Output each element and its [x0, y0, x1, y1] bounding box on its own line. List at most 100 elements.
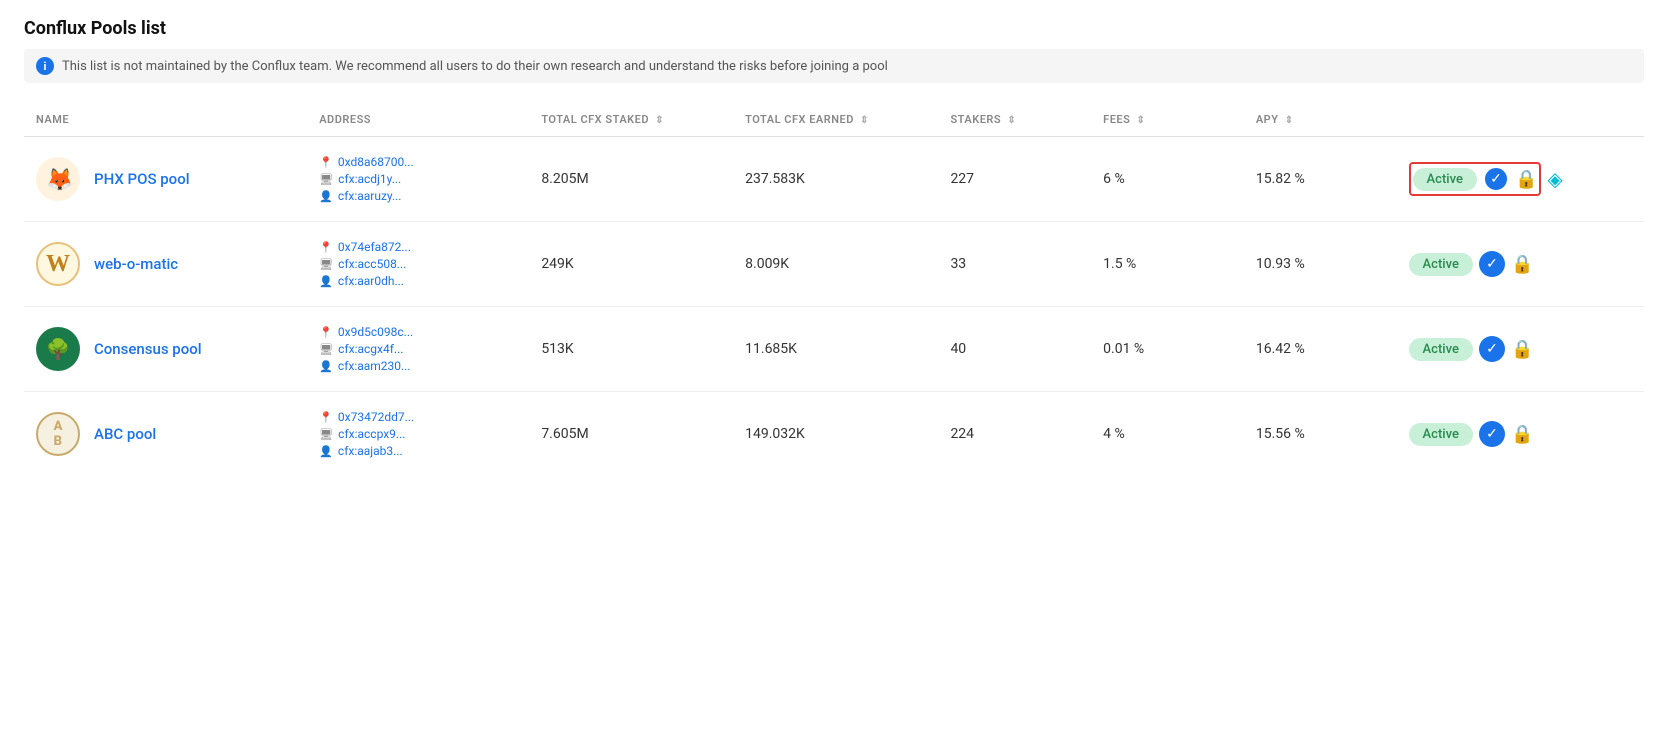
address-hex-link[interactable]: 0x74efa872...: [338, 240, 411, 254]
address-cell: 📍 0x9d5c098c... 🖥 cfx:acgx4f... 👤 cfx:aa…: [307, 307, 529, 392]
actions-cell: Active ✓ 🔒: [1409, 336, 1632, 362]
info-icon: i: [36, 57, 54, 75]
pin-icon: 📍: [319, 326, 333, 339]
address-hex-row: 📍 0x9d5c098c...: [319, 325, 517, 339]
verified-icon: ✓: [1479, 421, 1505, 447]
verified-icon: ✓: [1479, 336, 1505, 362]
diamond-icon: ◈: [1547, 167, 1562, 191]
apy-cell: 15.56 %: [1244, 392, 1397, 477]
sort-icon-fees: ⇕: [1137, 115, 1146, 126]
address-cfx2-row: 👤 cfx:aam230...: [319, 359, 517, 373]
person-icon: 👤: [319, 190, 333, 203]
apy-cell: 16.42 %: [1244, 307, 1397, 392]
pool-logo-web: W: [36, 242, 80, 286]
address-cfx2-row: 👤 cfx:aajab3...: [319, 444, 517, 458]
sort-icon-staked: ⇕: [655, 115, 664, 126]
status-actions-cell: Active ✓ 🔒: [1397, 222, 1644, 307]
actions-cell: Active ✓ 🔒 ◈: [1409, 162, 1632, 196]
pool-name-wrapper: 🌳 Consensus pool: [36, 327, 295, 371]
pool-name-wrapper: 🦊 PHX POS pool: [36, 157, 295, 201]
person-icon: 👤: [319, 275, 333, 288]
person-icon: 👤: [319, 445, 333, 458]
address-cfx1-row: 🖥 cfx:acdj1y...: [319, 172, 517, 186]
staked-cell: 7.605M: [529, 392, 733, 477]
name-cell: 🦊 PHX POS pool: [24, 137, 307, 222]
address-hex-row: 📍 0x73472dd7...: [319, 410, 517, 424]
address-hex-link[interactable]: 0xd8a68700...: [338, 155, 414, 169]
earned-cell: 8.009K: [733, 222, 938, 307]
pool-logo-consensus: 🌳: [36, 327, 80, 371]
sort-icon-earned: ⇕: [860, 115, 869, 126]
address-cfx2-link[interactable]: cfx:aajab3...: [338, 444, 403, 458]
lock-icon: 🔒: [1511, 424, 1533, 445]
status-actions-cell: Active ✓ 🔒 ◈: [1397, 137, 1644, 222]
verified-icon: ✓: [1483, 166, 1509, 192]
svg-text:🦊: 🦊: [46, 167, 73, 193]
col-address: ADDRESS: [307, 103, 529, 137]
table-header: NAME ADDRESS TOTAL CFX STAKED ⇕ TOTAL CF…: [24, 103, 1644, 137]
address-cell: 📍 0x73472dd7... 🖥 cfx:accpx9... 👤 cfx:aa…: [307, 392, 529, 477]
col-actions: [1397, 103, 1644, 137]
address-cfx2-link[interactable]: cfx:aar0dh...: [338, 274, 404, 288]
status-badge: Active: [1413, 168, 1477, 191]
highlighted-actions-box: Active ✓ 🔒: [1409, 162, 1542, 196]
address-hex-row: 📍 0x74efa872...: [319, 240, 517, 254]
pool-name-link[interactable]: ABC pool: [94, 425, 156, 443]
fees-cell: 0.01 %: [1091, 307, 1244, 392]
page-wrapper: Conflux Pools list i This list is not ma…: [0, 0, 1668, 494]
status-badge: Active: [1409, 253, 1473, 276]
sort-icon-apy: ⇕: [1285, 115, 1294, 126]
col-total-staked[interactable]: TOTAL CFX STAKED ⇕: [529, 103, 733, 137]
staked-cell: 249K: [529, 222, 733, 307]
status-actions-cell: Active ✓ 🔒: [1397, 392, 1644, 477]
col-stakers[interactable]: STAKERS ⇕: [938, 103, 1091, 137]
server-icon: 🖥: [319, 428, 333, 441]
pool-name-wrapper: AB ABC pool: [36, 412, 295, 456]
address-cfx2-row: 👤 cfx:aaruzy...: [319, 189, 517, 203]
info-text: This list is not maintained by the Confl…: [62, 59, 888, 74]
fees-cell: 6 %: [1091, 137, 1244, 222]
address-cfx1-link[interactable]: cfx:acgx4f...: [338, 342, 403, 356]
apy-cell: 15.82 %: [1244, 137, 1397, 222]
pool-logo-phx: 🦊: [36, 157, 80, 201]
name-cell: 🌳 Consensus pool: [24, 307, 307, 392]
address-cfx2-link[interactable]: cfx:aam230...: [338, 359, 411, 373]
earned-cell: 11.685K: [733, 307, 938, 392]
status-actions-cell: Active ✓ 🔒: [1397, 307, 1644, 392]
pool-logo-abc: AB: [36, 412, 80, 456]
fees-cell: 4 %: [1091, 392, 1244, 477]
col-apy[interactable]: APY ⇕: [1244, 103, 1397, 137]
pools-table: NAME ADDRESS TOTAL CFX STAKED ⇕ TOTAL CF…: [24, 103, 1644, 476]
staked-cell: 513K: [529, 307, 733, 392]
pool-name-link[interactable]: PHX POS pool: [94, 170, 190, 188]
sort-icon-stakers: ⇕: [1007, 115, 1016, 126]
address-cfx1-row: 🖥 cfx:accpx9...: [319, 427, 517, 441]
server-icon: 🖥: [319, 343, 333, 356]
pin-icon: 📍: [319, 411, 333, 424]
status-badge: Active: [1409, 338, 1473, 361]
address-cfx2-link[interactable]: cfx:aaruzy...: [338, 189, 402, 203]
pool-name-link[interactable]: web-o-matic: [94, 255, 178, 273]
status-badge: Active: [1409, 423, 1473, 446]
address-cfx1-row: 🖥 cfx:acc508...: [319, 257, 517, 271]
lock-icon: 🔒: [1515, 169, 1537, 190]
col-fees[interactable]: FEES ⇕: [1091, 103, 1244, 137]
pool-name-wrapper: W web-o-matic: [36, 242, 295, 286]
address-cfx1-link[interactable]: cfx:acc508...: [338, 257, 406, 271]
address-hex-link[interactable]: 0x73472dd7...: [338, 410, 414, 424]
table-body: 🦊 PHX POS pool 📍 0xd8a68700... 🖥 cfx:acd…: [24, 137, 1644, 477]
stakers-cell: 40: [938, 307, 1091, 392]
lock-icon: 🔒: [1511, 339, 1533, 360]
table-row: 🦊 PHX POS pool 📍 0xd8a68700... 🖥 cfx:acd…: [24, 137, 1644, 222]
address-cell: 📍 0xd8a68700... 🖥 cfx:acdj1y... 👤 cfx:aa…: [307, 137, 529, 222]
col-total-earned[interactable]: TOTAL CFX EARNED ⇕: [733, 103, 938, 137]
verified-icon: ✓: [1479, 251, 1505, 277]
pin-icon: 📍: [319, 241, 333, 254]
address-hex-link[interactable]: 0x9d5c098c...: [338, 325, 413, 339]
address-cfx2-row: 👤 cfx:aar0dh...: [319, 274, 517, 288]
pin-icon: 📍: [319, 156, 333, 169]
apy-cell: 10.93 %: [1244, 222, 1397, 307]
address-cfx1-link[interactable]: cfx:acdj1y...: [338, 172, 401, 186]
pool-name-link[interactable]: Consensus pool: [94, 340, 202, 358]
address-cfx1-link[interactable]: cfx:accpx9...: [338, 427, 405, 441]
